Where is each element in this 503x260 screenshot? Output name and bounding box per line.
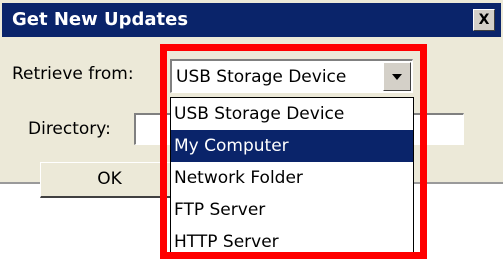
window-title: Get New Updates [12, 9, 189, 30]
highlight-box [160, 44, 427, 259]
directory-label: Directory: [28, 119, 111, 139]
close-button[interactable]: X [473, 9, 495, 31]
title-bar[interactable]: Get New Updates X [2, 3, 501, 37]
close-icon: X [478, 12, 490, 28]
retrieve-from-label: Retrieve from: [12, 64, 134, 84]
ok-button[interactable]: OK [40, 162, 180, 198]
ok-button-label: OK [97, 169, 122, 189]
